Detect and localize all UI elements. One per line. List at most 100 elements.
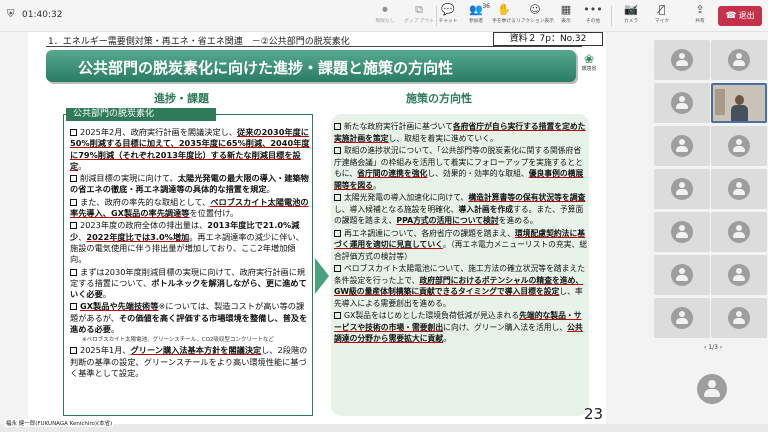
participant-tile[interactable] [711, 212, 767, 252]
mic-off-icon: 🎙̸ [658, 3, 666, 16]
bullet-text: し、効果的・効率的な取組、 [427, 169, 529, 178]
checkbox-bullet-icon [334, 194, 341, 201]
public-sector-label: 公共部門の脱炭素化 [66, 108, 216, 121]
participant-tile[interactable] [654, 83, 710, 123]
bullet-text: 。 [102, 289, 111, 300]
checkbox-bullet-icon [70, 175, 77, 183]
emphasized-text: PPA方式の活用について検討 [396, 216, 499, 225]
emphasized-text: 導入計画を作成 [458, 204, 514, 214]
bullet-item: GX製品や先端技術等※については、製造コストが高い等の課題があるが、その価値を高… [70, 301, 310, 335]
avatar-icon [671, 178, 693, 200]
bullet-text: GX製品をはじめとした環境負荷低減が見込まれる [344, 311, 520, 320]
participant-tile[interactable] [654, 169, 710, 209]
view-button[interactable]: ▦ 表示 [551, 3, 581, 29]
avatar-icon [671, 307, 693, 329]
emphasized-text: グリーン購入法基本方針を閣議決定 [130, 345, 262, 356]
bullet-text: 。 [266, 184, 275, 195]
bullet-item: 2025年1月、グリーン購入法基本方針を閣議決定し、2段階の判断の基準の設定、グ… [70, 345, 310, 379]
more-button[interactable]: ••• その他 [578, 3, 608, 29]
avatar-icon [671, 135, 693, 157]
avatar-icon [728, 49, 750, 71]
chevron-left-icon[interactable]: ‹ [704, 344, 706, 351]
emphasized-text: 構造計算書等の保有状況等を調査 [468, 193, 586, 202]
bullet-text: を進める。 [498, 216, 538, 225]
meeting-timer: 01:40:32 [22, 10, 63, 20]
policy-direction-list: 新たな政府実行計画に基づいて各府省庁が自ら実行する措置を定めた実施計画を策定し、… [334, 121, 588, 346]
chevron-right-icon[interactable]: › [720, 344, 722, 351]
bullet-text: 新たな政府実行計画に基づいて [344, 122, 453, 131]
self-avatar [697, 374, 727, 404]
bullet-item: 太陽光発電の導入加速化に向けて、構造計算書等の保有状況等を調査し、導入候補となる… [334, 192, 588, 227]
participant-tile[interactable] [654, 255, 710, 295]
bullet-text: 再エネ調達について、各府省庁の課題を踏まえ、 [344, 228, 515, 238]
meeting-window: ⛨ 01:40:32 ⏺ 制限なし ⧉ ポップ アウト 💬 チャット 👥 36 … [0, 0, 768, 432]
emphasized-text: 省庁間の連携を強化 [357, 169, 428, 178]
participant-tile[interactable] [711, 255, 767, 295]
shared-slide: 1．エネルギー需要側対策・再エネ・省エネ関連 －②公共部門の脱炭素化 資料２ 7… [28, 32, 606, 424]
bullet-item: まずは2030年度削減目標の実現に向けて、政府実行計画に規定する措置について、ボ… [70, 267, 310, 301]
bullet-text: に向け、グリーン購入法を活用し、 [443, 322, 568, 332]
policy-direction-box: 新たな政府実行計画に基づいて各府省庁が自ら実行する措置を定めた実施計画を策定し、… [331, 114, 589, 416]
slide-title: 公共部門の脱炭素化に向けた進捗・課題と施策の方向性 [78, 59, 454, 77]
avatar-icon [671, 92, 693, 114]
bullet-text: を位置付け。 [189, 208, 239, 219]
mic-button[interactable]: 🎙̸ マイク [647, 3, 677, 29]
avatar-icon [728, 178, 750, 200]
checkbox-bullet-icon [70, 198, 77, 206]
avatar-icon [671, 49, 693, 71]
participant-tile[interactable] [711, 169, 767, 209]
avatar-icon [728, 221, 750, 243]
left-column-heading: 進捗・課題 [154, 92, 209, 105]
emphasized-text: 2022年度比では3.0%増加 [86, 231, 190, 242]
participant-tile[interactable] [711, 126, 767, 166]
bullet-item: 削減目標の実現に向けて、太陽光発電の最大限の導入・建築物の省エネの徹底・再エネ調… [70, 173, 310, 196]
participant-tile[interactable] [654, 40, 710, 80]
bullet-text: 。 [78, 160, 87, 171]
participant-video-tile[interactable] [711, 83, 767, 123]
document-tag: 資料２ 7p：No.32 [493, 32, 603, 46]
share-icon: ⇪ [695, 3, 705, 16]
bullet-item: 2025年2月、政府実行計画を閣議決定し、従来の2030年度に50%削減する目標… [70, 127, 310, 172]
participant-tile[interactable] [654, 298, 710, 338]
ministry-logo-icon: ❀ [583, 52, 595, 66]
share-button[interactable]: ⇪ 共有 [685, 3, 715, 29]
emphasized-text: GX製品や先端技術等 [80, 301, 159, 312]
bullet-text: 2025年1月、 [80, 345, 131, 356]
footnote: ※ペロブスカイト太陽電池、グリーンスチール、CO2吸収型コンクリートなど [82, 337, 274, 344]
participant-tile[interactable] [654, 212, 710, 252]
bullet-text: 削減目標の実現に向けて、 [80, 173, 178, 184]
participants-button[interactable]: 👥 36 参加者 [461, 3, 491, 29]
progress-issues-box: 2025年2月、政府実行計画を閣議決定し、従来の2030年度に50%削減する目標… [63, 114, 313, 416]
progress-issues-list: 2025年2月、政府実行計画を閣議決定し、従来の2030年度に50%削減する目標… [70, 127, 310, 380]
phone-icon: ☎ [725, 11, 737, 21]
avatar-icon [728, 135, 750, 157]
chat-button[interactable]: 💬 チャット [433, 3, 463, 29]
bullet-text: 太陽光発電の導入加速化に向けて、 [344, 193, 469, 202]
participant-tile[interactable] [654, 126, 710, 166]
bullet-item: 新たな政府実行計画に基づいて各府省庁が自ら実行する措置を定めた実施計画を策定し、… [334, 121, 588, 144]
checkbox-bullet-icon [334, 123, 341, 130]
bullet-item: 取組の進捗状況について、「公共部門等の脱炭素化に関する関係府省庁連絡会議」の枠組… [334, 145, 588, 191]
avatar-icon [728, 307, 750, 329]
meeting-toolbar: ⛨ 01:40:32 ⏺ 制限なし ⧉ ポップ アウト 💬 チャット 👥 36 … [0, 0, 768, 32]
checkbox-bullet-icon [70, 347, 77, 355]
slide-page-number: 23 [584, 405, 604, 423]
bullet-item: 再エネ調達について、各府省庁の課題を踏まえ、環境配慮契約法に基づく運用を適切に見… [334, 228, 588, 263]
leave-button[interactable]: ☎ 退出 [718, 6, 762, 26]
bullet-text: 。 [372, 180, 381, 190]
checkbox-bullet-icon [334, 265, 341, 272]
right-column-heading: 施策の方向性 [406, 92, 472, 105]
more-icon: ••• [583, 3, 603, 16]
reactions-button[interactable]: ☺ リアクション表示 [514, 3, 556, 29]
bullet-text: し、導入候補となる施設を明確化、 [334, 204, 459, 214]
participant-tile[interactable] [711, 40, 767, 80]
checkbox-bullet-icon [334, 229, 341, 237]
bullet-item: また、政府の率先的な取組として、ペロブスカイト太陽電池の率先導入、GX製品の率先… [70, 197, 310, 220]
participant-tile[interactable] [711, 298, 767, 338]
chat-icon: 💬 [441, 3, 455, 16]
participant-gallery [650, 36, 768, 424]
shield-icon: ⛨ [7, 9, 15, 20]
camera-button[interactable]: 📷̸ カメラ [616, 3, 646, 29]
bullet-text: 2025年2月、政府実行計画を閣議決定し、 [80, 127, 238, 137]
gallery-pager[interactable]: ‹ 1/3 › [704, 344, 722, 351]
